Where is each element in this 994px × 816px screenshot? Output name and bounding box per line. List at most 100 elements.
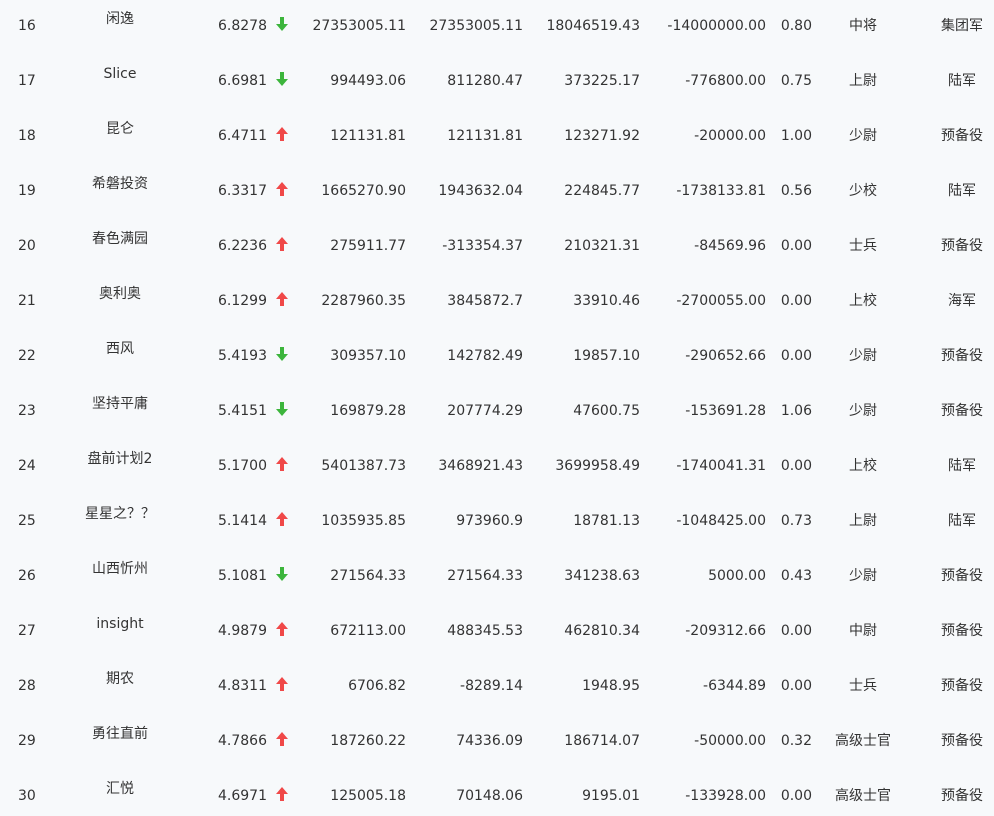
table-row[interactable]: 24 盘前计划2 5.1700 5401387.73 3468921.43 3699958… (0, 439, 994, 494)
value4-cell: 5000.00 (708, 568, 766, 584)
table-row[interactable]: 28 期农 4.8311 6706.82 -8289.14 1948.95 -6344.89… (0, 659, 994, 714)
value3-cell: 9195.01 (582, 788, 640, 804)
name-cell: 闲逸 (106, 11, 134, 27)
value1-cell: 2287960.35 (321, 293, 406, 309)
value3-cell: 224845.77 (564, 183, 640, 199)
score-cell: 4.9879 (218, 623, 267, 639)
title-cell: 少尉 (849, 403, 877, 419)
ratio-cell: 0.80 (780, 18, 812, 34)
rank-cell: 30 (18, 788, 36, 804)
branch-cell: 预备役 (941, 623, 983, 639)
value3-cell: 18781.13 (573, 513, 640, 529)
value3-cell: 33910.46 (573, 293, 640, 309)
arrow-up-icon (276, 622, 288, 636)
score-cell: 6.2236 (218, 238, 267, 254)
arrow-down-icon (276, 72, 288, 86)
name-cell: 希磐投资 (92, 176, 148, 192)
value3-cell: 123271.92 (564, 128, 640, 144)
trend-cell (274, 659, 290, 714)
value2-cell: 271564.33 (447, 568, 523, 584)
value3-cell: 1948.95 (582, 678, 640, 694)
table-row[interactable]: 29 勇往直前 4.7866 187260.22 74336.09 186714.07 -5… (0, 714, 994, 769)
score-cell: 5.1081 (218, 568, 267, 584)
score-cell: 6.8278 (218, 18, 267, 34)
ratio-cell: 0.32 (780, 733, 812, 749)
value3-cell: 373225.17 (564, 73, 640, 89)
value4-cell: -20000.00 (694, 128, 766, 144)
branch-cell: 陆军 (948, 73, 976, 89)
ratio-cell: 0.73 (780, 513, 812, 529)
value2-cell: 121131.81 (447, 128, 523, 144)
rank-cell: 28 (18, 678, 36, 694)
value1-cell: 169879.28 (330, 403, 406, 419)
arrow-down-icon (276, 347, 288, 361)
value3-cell: 3699958.49 (555, 458, 640, 474)
branch-cell: 预备役 (941, 788, 983, 804)
table-row[interactable]: 20 春色满园 6.2236 275911.77 -313354.37 210321.31… (0, 219, 994, 274)
table-row[interactable]: 26 山西忻州 5.1081 271564.33 271564.33 341238.63 5… (0, 549, 994, 604)
arrow-up-icon (276, 182, 288, 196)
ratio-cell: 0.00 (780, 348, 812, 364)
trend-cell (274, 0, 290, 54)
ratio-cell: 0.00 (780, 458, 812, 474)
score-cell: 6.3317 (218, 183, 267, 199)
rank-cell: 26 (18, 568, 36, 584)
table-row[interactable]: 21 奥利奥 6.1299 2287960.35 3845872.7 33910.46 -2… (0, 274, 994, 329)
title-cell: 少尉 (849, 128, 877, 144)
trend-cell (274, 769, 290, 816)
score-cell: 4.8311 (218, 678, 267, 694)
title-cell: 士兵 (849, 238, 877, 254)
table-row[interactable]: 27 insight 4.9879 672113.00 488345.53 462810.… (0, 604, 994, 659)
table-row[interactable]: 17 Slice 6.6981 994493.06 811280.47 373225.17… (0, 54, 994, 109)
table-row[interactable]: 22 西风 5.4193 309357.10 142782.49 19857.10 -290… (0, 329, 994, 384)
trend-cell (274, 164, 290, 219)
name-cell: insight (96, 616, 144, 632)
table-row[interactable]: 30 汇悦 4.6971 125005.18 70148.06 9195.01 -13392… (0, 769, 994, 816)
value4-cell: -776800.00 (685, 73, 766, 89)
ratio-cell: 0.00 (780, 678, 812, 694)
ratio-cell: 0.00 (780, 788, 812, 804)
table-row[interactable]: 19 希磐投资 6.3317 1665270.90 1943632.04 224845.7… (0, 164, 994, 219)
ratio-cell: 0.00 (780, 238, 812, 254)
rank-cell: 23 (18, 403, 36, 419)
ratio-cell: 0.00 (780, 293, 812, 309)
rank-cell: 29 (18, 733, 36, 749)
value1-cell: 994493.06 (330, 73, 406, 89)
rank-cell: 18 (18, 128, 36, 144)
title-cell: 高级士官 (835, 788, 891, 804)
rank-cell: 17 (18, 73, 36, 89)
table-row[interactable]: 23 坚持平庸 5.4151 169879.28 207774.29 47600.75 -1… (0, 384, 994, 439)
branch-cell: 预备役 (941, 348, 983, 364)
value2-cell: 488345.53 (447, 623, 523, 639)
score-cell: 5.1414 (218, 513, 267, 529)
rank-cell: 20 (18, 238, 36, 254)
score-cell: 6.4711 (218, 128, 267, 144)
rank-cell: 27 (18, 623, 36, 639)
value3-cell: 18046519.43 (546, 18, 640, 34)
ratio-cell: 1.00 (780, 128, 812, 144)
value1-cell: 5401387.73 (321, 458, 406, 474)
trend-cell (274, 604, 290, 659)
arrow-up-icon (276, 127, 288, 141)
table-row[interactable]: 25 星星之？？ 5.1414 1035935.85 973960.9 18781.13 -… (0, 494, 994, 549)
ratio-cell: 0.75 (780, 73, 812, 89)
value4-cell: -1738133.81 (676, 183, 766, 199)
score-cell: 5.4193 (218, 348, 267, 364)
value4-cell: -1048425.00 (676, 513, 766, 529)
score-cell: 5.1700 (218, 458, 267, 474)
arrow-up-icon (276, 292, 288, 306)
value1-cell: 1665270.90 (321, 183, 406, 199)
value4-cell: -290652.66 (685, 348, 766, 364)
title-cell: 上校 (849, 458, 877, 474)
value2-cell: -313354.37 (442, 238, 523, 254)
arrow-up-icon (276, 732, 288, 746)
branch-cell: 海军 (948, 293, 976, 309)
branch-cell: 预备役 (941, 568, 983, 584)
title-cell: 高级士官 (835, 733, 891, 749)
trend-cell (274, 549, 290, 604)
table-row[interactable]: 18 昆仑 6.4711 121131.81 121131.81 123271.92 -20… (0, 109, 994, 164)
rank-cell: 21 (18, 293, 36, 309)
value2-cell: 74336.09 (456, 733, 523, 749)
title-cell: 少尉 (849, 568, 877, 584)
table-row[interactable]: 16 闲逸 6.8278 27353005.11 27353005.11 18046519… (0, 0, 994, 54)
